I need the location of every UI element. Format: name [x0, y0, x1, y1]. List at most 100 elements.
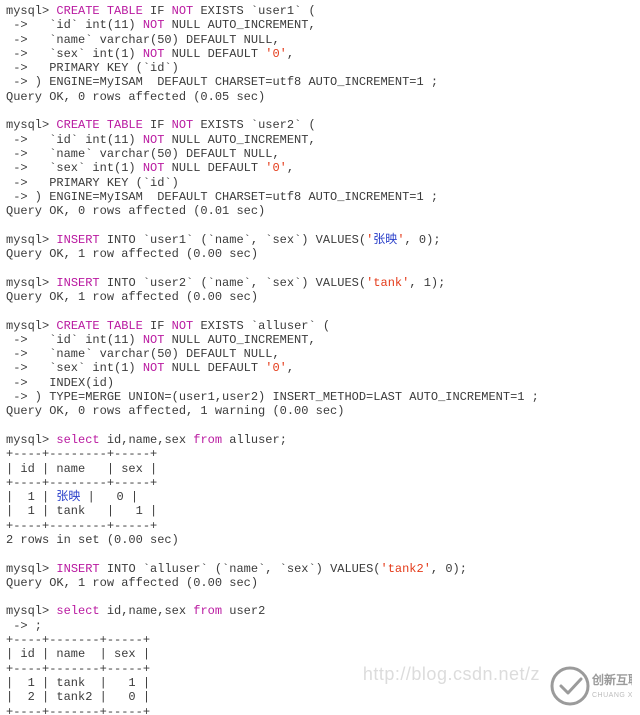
code-text: | 1 | tank | 1 |: [6, 504, 157, 518]
code-keyword-token: NOT: [172, 319, 194, 333]
code-text: Query OK, 1 row affected (0.00 sec): [6, 576, 258, 590]
terminal-line: +----+-------+-----+: [6, 662, 150, 676]
code-text: -> `sex` int(1): [6, 361, 143, 375]
code-keyword-token: NOT: [143, 161, 165, 175]
terminal-line: -> INDEX(id): [6, 376, 114, 390]
terminal-line: -> ) ENGINE=MyISAM DEFAULT CHARSET=utf8 …: [6, 190, 438, 204]
code-text: -> `name` varchar(50) DEFAULT NULL,: [6, 147, 280, 161]
code-text: +----+-------+-----+: [6, 633, 150, 647]
code-keyword-token: select: [56, 604, 99, 618]
code-text: mysql>: [6, 118, 56, 132]
code-text: Query OK, 1 row affected (0.00 sec): [6, 247, 258, 261]
code-keyword-token: INSERT: [56, 562, 99, 576]
terminal-line: | id | name | sex |: [6, 462, 157, 476]
code-text: -> `name` varchar(50) DEFAULT NULL,: [6, 33, 280, 47]
code-keyword-token: NOT: [143, 18, 165, 32]
code-text: -> `id` int(11): [6, 18, 143, 32]
terminal-line: -> PRIMARY KEY (`id`): [6, 176, 179, 190]
code-text: IF: [143, 4, 172, 18]
code-text: NULL DEFAULT: [164, 361, 265, 375]
terminal-line: -> ) TYPE=MERGE UNION=(user1,user2) INSE…: [6, 390, 539, 404]
code-text: Query OK, 0 rows affected (0.05 sec): [6, 90, 265, 104]
code-text: EXISTS `user1` (: [193, 4, 315, 18]
code-text: alluser;: [222, 433, 287, 447]
code-text: mysql>: [6, 4, 56, 18]
terminal-line: -> `sex` int(1) NOT NULL DEFAULT '0',: [6, 361, 294, 375]
code-text: -> `id` int(11): [6, 333, 143, 347]
code-text: mysql>: [6, 319, 56, 333]
code-text: NULL AUTO_INCREMENT,: [164, 133, 315, 147]
code-text: ,: [287, 47, 294, 61]
terminal-line: -> `sex` int(1) NOT NULL DEFAULT '0',: [6, 47, 294, 61]
terminal-line: -> PRIMARY KEY (`id`): [6, 61, 179, 75]
code-keyword-token: CREATE TABLE: [56, 4, 142, 18]
code-text: ,: [287, 361, 294, 375]
terminal-line: mysql> INSERT INTO `user1` (`name`, `sex…: [6, 233, 441, 247]
code-keyword-token: NOT: [172, 4, 194, 18]
code-text: , 0);: [405, 233, 441, 247]
code-text: IF: [143, 118, 172, 132]
terminal-line: Query OK, 0 rows affected, 1 warning (0.…: [6, 404, 344, 418]
terminal-line: mysql> CREATE TABLE IF NOT EXISTS `allus…: [6, 319, 330, 333]
code-text: -> `id` int(11): [6, 133, 143, 147]
code-str-token: '0': [265, 47, 287, 61]
code-text: ,: [287, 161, 294, 175]
terminal-line: 2 rows in set (0.00 sec): [6, 533, 179, 547]
code-text: Query OK, 0 rows affected, 1 warning (0.…: [6, 404, 344, 418]
code-text: -> ;: [6, 619, 42, 633]
terminal-line: | 1 | tank | 1 |: [6, 676, 150, 690]
terminal-line: +----+--------+-----+: [6, 447, 157, 461]
code-text: id,name,sex: [100, 433, 194, 447]
code-text: NULL AUTO_INCREMENT,: [164, 18, 315, 32]
code-text: +----+--------+-----+: [6, 519, 157, 533]
code-keyword-token: from: [193, 433, 222, 447]
code-text: | 0 |: [80, 490, 138, 504]
code-text: +----+-------+-----+: [6, 705, 150, 715]
code-text: , 1);: [409, 276, 445, 290]
terminal-line: | 1 | tank | 1 |: [6, 504, 157, 518]
code-keyword-token: NOT: [143, 361, 165, 375]
code-keyword-token: INSERT: [56, 276, 99, 290]
code-text: | 2 | tank2 | 0 |: [6, 690, 150, 704]
terminal-line: -> `id` int(11) NOT NULL AUTO_INCREMENT,: [6, 333, 316, 347]
terminal-line: -> `id` int(11) NOT NULL AUTO_INCREMENT,: [6, 18, 316, 32]
code-text: NULL DEFAULT: [164, 47, 265, 61]
code-text: NULL DEFAULT: [164, 161, 265, 175]
code-cn-token: 张映: [56, 490, 80, 504]
terminal-line: mysql> INSERT INTO `alluser` (`name`, `s…: [6, 562, 467, 576]
code-text: Query OK, 1 row affected (0.00 sec): [6, 290, 258, 304]
terminal-line: -> ) ENGINE=MyISAM DEFAULT CHARSET=utf8 …: [6, 75, 438, 89]
terminal-line: | 1 | 张映 | 0 |: [6, 490, 138, 504]
code-text: user2: [222, 604, 265, 618]
terminal-line: Query OK, 1 row affected (0.00 sec): [6, 576, 258, 590]
code-keyword-token: INSERT: [56, 233, 99, 247]
code-text: | 1 | tank | 1 |: [6, 676, 150, 690]
code-text: -> `sex` int(1): [6, 161, 143, 175]
code-str-token: 'tank2': [381, 562, 431, 576]
code-text: INTO `user2` (`name`, `sex`) VALUES(: [100, 276, 366, 290]
code-keyword-token: NOT: [172, 118, 194, 132]
code-text: -> `name` varchar(50) DEFAULT NULL,: [6, 347, 280, 361]
code-keyword-token: from: [193, 604, 222, 618]
code-text: mysql>: [6, 433, 56, 447]
code-text: -> INDEX(id): [6, 376, 114, 390]
code-text: -> PRIMARY KEY (`id`): [6, 176, 179, 190]
terminal-line: +----+--------+-----+: [6, 476, 157, 490]
terminal-line: -> `name` varchar(50) DEFAULT NULL,: [6, 33, 280, 47]
code-text: , 0);: [431, 562, 467, 576]
code-str-token: 'tank': [366, 276, 409, 290]
code-text: NULL AUTO_INCREMENT,: [164, 333, 315, 347]
terminal-line: +----+-------+-----+: [6, 705, 150, 715]
code-text: -> PRIMARY KEY (`id`): [6, 61, 179, 75]
terminal-line: mysql> CREATE TABLE IF NOT EXISTS `user1…: [6, 4, 316, 18]
terminal-line: Query OK, 1 row affected (0.00 sec): [6, 290, 258, 304]
code-text: | 1 |: [6, 490, 56, 504]
terminal-line: Query OK, 1 row affected (0.00 sec): [6, 247, 258, 261]
code-keyword-token: CREATE TABLE: [56, 118, 142, 132]
code-text: -> ) TYPE=MERGE UNION=(user1,user2) INSE…: [6, 390, 539, 404]
terminal-line: | 2 | tank2 | 0 |: [6, 690, 150, 704]
terminal-line: -> `name` varchar(50) DEFAULT NULL,: [6, 347, 280, 361]
code-text: -> ) ENGINE=MyISAM DEFAULT CHARSET=utf8 …: [6, 75, 438, 89]
code-text: mysql>: [6, 604, 56, 618]
terminal-line: mysql> INSERT INTO `user2` (`name`, `sex…: [6, 276, 445, 290]
